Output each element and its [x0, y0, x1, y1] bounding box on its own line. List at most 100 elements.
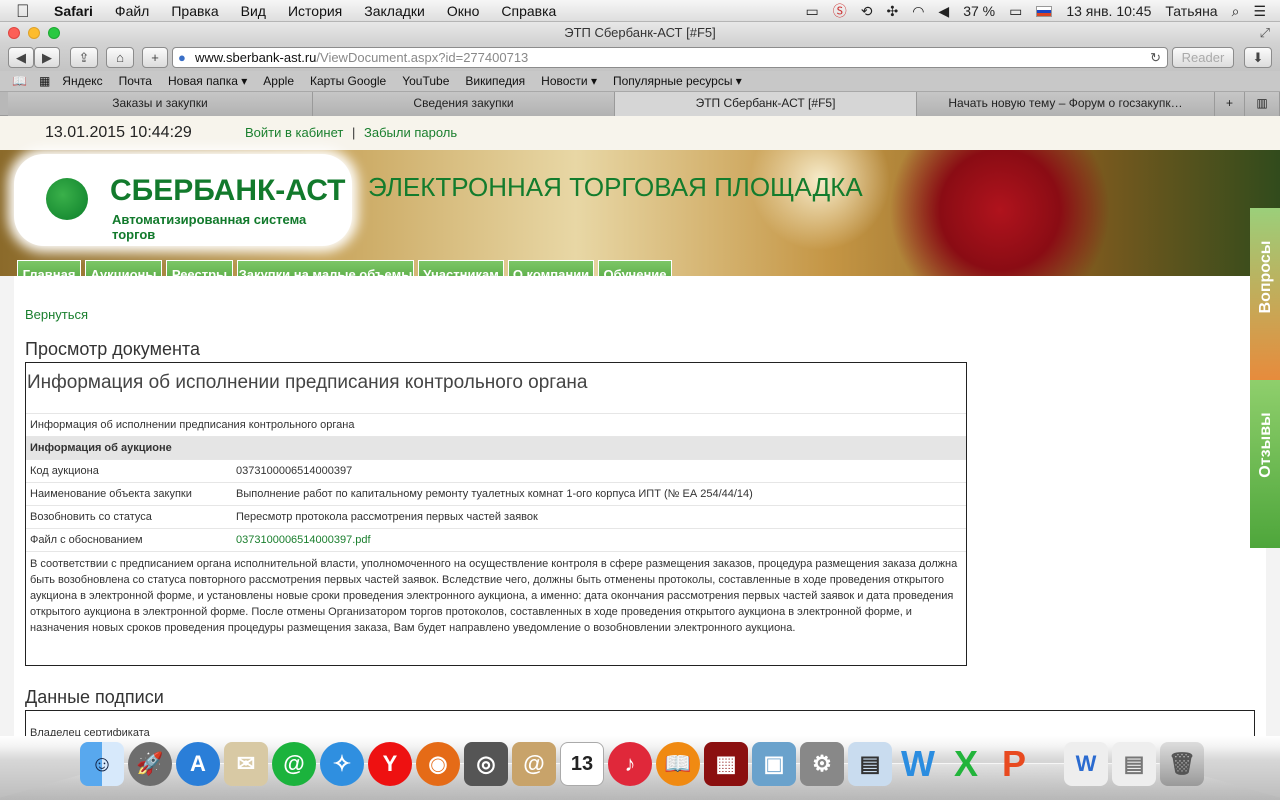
preview-icon[interactable]: ▤ [848, 742, 892, 786]
menu-history[interactable]: История [288, 3, 342, 19]
reader-button[interactable]: Reader [1172, 47, 1234, 68]
bookmark-yandex[interactable]: Яндекс [62, 74, 102, 88]
document-stack-icon[interactable]: W [1064, 742, 1108, 786]
wifi-icon[interactable]: ◠ [912, 3, 924, 20]
section-header: Информация об аукционе [30, 442, 172, 454]
notice-paragraph: В соответствии с предписанием органа исп… [30, 558, 958, 634]
signature-box: Владелец сертификата [25, 710, 1255, 736]
logo-text: СБЕРБАНК-АСТ [110, 174, 346, 207]
firefox-icon[interactable]: ◉ [416, 742, 460, 786]
bluetooth-icon[interactable]: ✣ [886, 3, 898, 20]
launchpad-icon[interactable]: 🚀 [128, 742, 172, 786]
bookmark-popular[interactable]: Популярные ресурсы ▾ [613, 74, 742, 88]
link-separator: | [351, 125, 356, 140]
fullscreen-icon[interactable]: ⤢ [1260, 22, 1270, 44]
itunes-icon[interactable]: ♪ [608, 742, 652, 786]
forward-button[interactable]: ▶ [34, 47, 60, 68]
site-banner: СБЕРБАНК-АСТ Автоматизированная система … [0, 150, 1280, 288]
back-link[interactable]: Вернуться [25, 307, 88, 322]
top-sites-icon[interactable]: ▦ [39, 74, 50, 88]
reading-list-icon[interactable]: 📖 [12, 74, 27, 88]
new-tab-icon[interactable]: + [1215, 92, 1245, 116]
bookmark-new-folder[interactable]: Новая папка ▾ [168, 74, 247, 88]
reload-icon[interactable]: ↻ [1150, 48, 1161, 67]
menu-window[interactable]: Окно [447, 3, 480, 19]
banner-title: ЭЛЕКТРОННАЯ ТОРГОВАЯ ПЛОЩАДКА [368, 172, 863, 202]
safari-icon[interactable]: ✧ [320, 742, 364, 786]
screen-icon[interactable]: ▭ [805, 3, 818, 20]
menu-app-name[interactable]: Safari [54, 3, 93, 19]
minimize-window-icon[interactable] [28, 27, 40, 39]
home-button[interactable]: ⌂ [106, 47, 134, 68]
downloads-button[interactable]: ⬇ [1244, 47, 1272, 68]
iphoto-icon[interactable]: ▣ [752, 742, 796, 786]
reviews-side-tab[interactable]: Отзывы [1250, 380, 1280, 548]
new-tab-button[interactable]: + [142, 47, 168, 68]
tab-etp-active[interactable]: ЭТП Сбербанк-АСТ [#F5] [615, 92, 917, 116]
skype-icon[interactable]: Ⓢ [833, 1, 847, 21]
apple-icon[interactable]:  [16, 0, 36, 22]
calendar-icon[interactable]: 13 [560, 742, 604, 786]
menu-view[interactable]: Вид [241, 3, 266, 19]
downloads-stack-icon[interactable]: ▤ [1112, 742, 1156, 786]
resume-status: Пересмотр протокола рассмотрения первых … [236, 511, 538, 523]
mail-icon[interactable]: ✉ [224, 742, 268, 786]
bookmark-apple[interactable]: Apple [263, 74, 294, 88]
share-button[interactable]: ⇪ [70, 47, 98, 68]
excel-icon[interactable]: X [944, 742, 988, 786]
bookmark-youtube[interactable]: YouTube [402, 74, 449, 88]
trash-icon[interactable]: 🗑 [1160, 742, 1204, 786]
finder-icon[interactable]: ☺ [80, 742, 124, 786]
time-machine-icon[interactable]: ⟲ [861, 3, 873, 20]
tab-overview-icon[interactable]: ▥ [1245, 92, 1280, 116]
menu-edit[interactable]: Правка [171, 3, 218, 19]
menu-bookmarks[interactable]: Закладки [364, 3, 425, 19]
battery-percent[interactable]: 37 % [963, 3, 995, 19]
system-preferences-icon[interactable]: ⚙ [800, 742, 844, 786]
back-button[interactable]: ◀ [8, 47, 34, 68]
facetime-icon[interactable]: ◎ [464, 742, 508, 786]
main-content: Вернуться Просмотр документа Информация … [14, 276, 1266, 736]
bookmark-wikipedia[interactable]: Википедия [465, 74, 525, 88]
volume-icon[interactable]: ◀ [938, 3, 949, 20]
zoom-window-icon[interactable] [48, 27, 60, 39]
address-bar[interactable]: ● www.sberbank-ast.ru/ViewDocument.aspx?… [172, 47, 1168, 68]
bookmark-google-maps[interactable]: Карты Google [310, 74, 386, 88]
bookmark-news[interactable]: Новости ▾ [541, 74, 597, 88]
logo-subtitle: Автоматизированная система торгов [112, 212, 307, 242]
close-window-icon[interactable] [8, 27, 20, 39]
document-box: Информация об исполнении предписания кон… [25, 362, 967, 666]
questions-side-tab[interactable]: Вопросы [1250, 208, 1280, 380]
menu-clock[interactable]: 13 янв. 10:45 [1066, 3, 1151, 19]
photo-booth-icon[interactable]: ▦ [704, 742, 748, 786]
mail-at-icon[interactable]: @ [272, 742, 316, 786]
site-logo[interactable]: СБЕРБАНК-АСТ Автоматизированная система … [14, 154, 352, 246]
document-subtitle: Информация об исполнении предписания кон… [30, 419, 355, 431]
tab-orders[interactable]: Заказы и закупки [8, 92, 313, 116]
app-store-icon[interactable]: A [176, 742, 220, 786]
purchase-object-name: Выполнение работ по капитальному ремонту… [236, 488, 753, 500]
questions-label: Вопросы [1257, 240, 1274, 314]
powerpoint-icon[interactable]: P [992, 742, 1036, 786]
yandex-browser-icon[interactable]: Y [368, 742, 412, 786]
window-titlebar: ЭТП Сбербанк-АСТ [#F5] ⤢ [0, 22, 1280, 44]
flag-icon[interactable] [1036, 5, 1053, 17]
tab-forum[interactable]: Начать новую тему – Форум о госзакупк… [917, 92, 1215, 116]
spotlight-icon[interactable]: ⌕ [1232, 3, 1240, 20]
word-icon[interactable]: W [896, 742, 940, 786]
login-link[interactable]: Войти в кабинет [245, 125, 343, 140]
menu-help[interactable]: Справка [501, 3, 556, 19]
justification-file-link[interactable]: 0373100006514000397.pdf [236, 534, 371, 546]
ibooks-icon[interactable]: 📖 [656, 742, 700, 786]
bookmark-mail[interactable]: Почта [119, 74, 152, 88]
document-title: Информация об исполнении предписания кон… [27, 372, 588, 393]
table-row: Код аукциона 0373100006514000397 [26, 459, 966, 482]
contacts-icon[interactable]: @ [512, 742, 556, 786]
row-key: Возобновить со статуса [30, 511, 152, 523]
menu-user[interactable]: Татьяна [1165, 3, 1217, 19]
menu-file[interactable]: Файл [115, 3, 149, 19]
forgot-password-link[interactable]: Забыли пароль [364, 125, 457, 140]
battery-icon[interactable]: ▭ [1009, 3, 1022, 20]
notification-icon[interactable]: ☰ [1253, 3, 1266, 20]
tab-purchase-info[interactable]: Сведения закупки [313, 92, 615, 116]
